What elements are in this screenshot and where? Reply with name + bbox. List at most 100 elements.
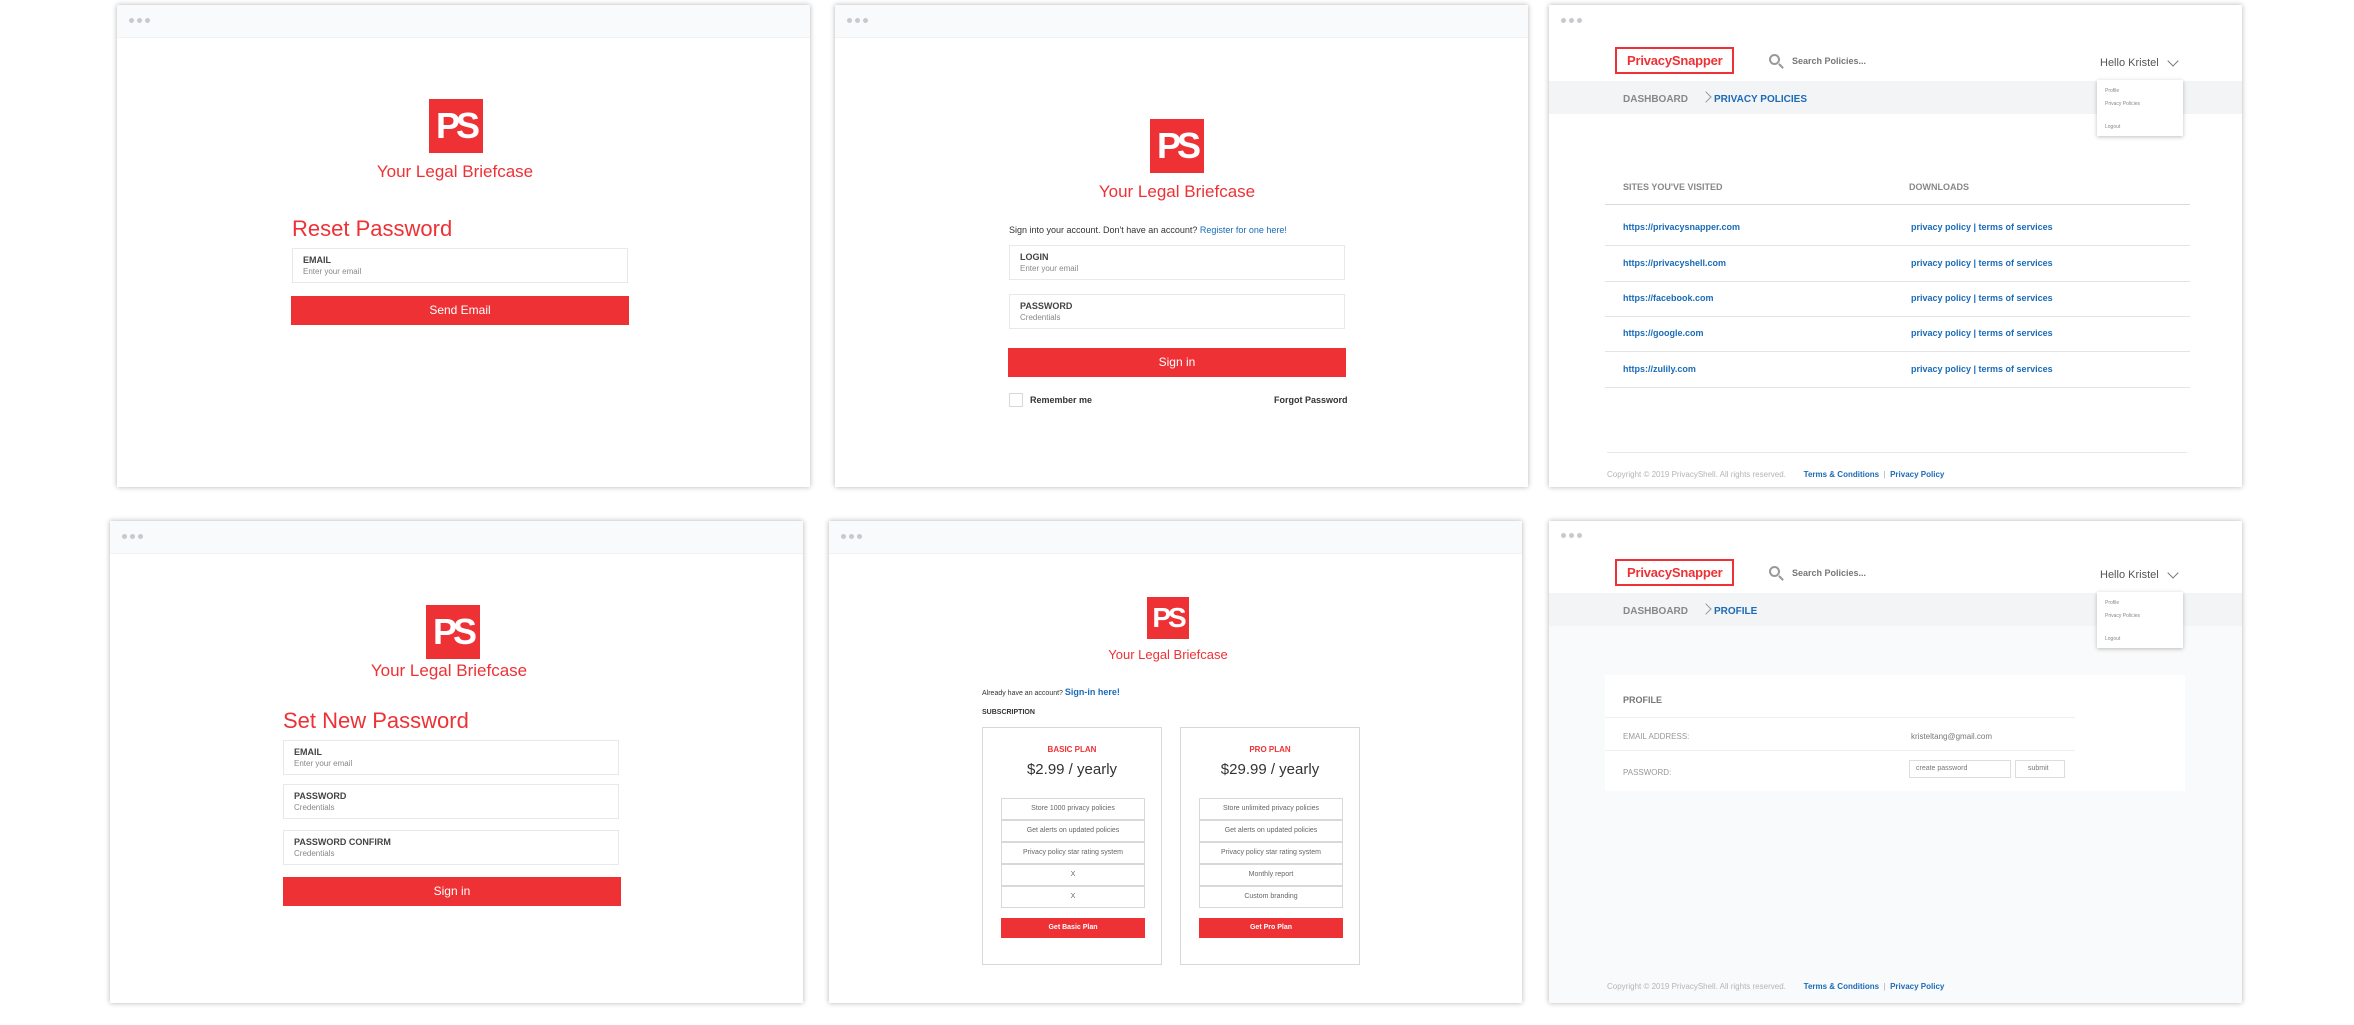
breadcrumb-current: PRIVACY POLICIES	[1714, 94, 1807, 105]
window-titlebar	[110, 521, 803, 554]
site-link[interactable]: https://privacyshell.com	[1623, 258, 1726, 268]
divider	[1605, 750, 2075, 751]
submit-button[interactable]: submit	[2015, 760, 2065, 778]
get-basic-plan-button[interactable]: Get Basic Plan	[1001, 918, 1145, 938]
table-divider	[1605, 204, 2190, 205]
ps-logo: PS	[1147, 597, 1189, 639]
user-greeting[interactable]: Hello Kristel	[2100, 569, 2159, 581]
password-label: PASSWORD	[1020, 301, 1073, 311]
user-dropdown-menu: Profile Privacy Policies Logout	[2097, 592, 2183, 648]
window-dots	[1561, 533, 1582, 538]
login-field[interactable]: LOGIN Enter your email	[1009, 245, 1345, 280]
dropdown-item-logout[interactable]: Logout	[2105, 124, 2120, 130]
download-links[interactable]: privacy policy | terms of services	[1911, 293, 2053, 303]
plan-feature: Privacy policy star rating system	[1199, 842, 1343, 864]
tagline: Your Legal Briefcase	[376, 162, 534, 181]
privacy-policy-link[interactable]: Privacy Policy	[1890, 982, 1944, 991]
register-link[interactable]: Register for one here!	[1200, 225, 1287, 235]
email-field[interactable]: EMAIL Enter your email	[283, 740, 619, 775]
plan-feature: Privacy policy star rating system	[1001, 842, 1145, 864]
breadcrumb-current: PROFILE	[1714, 606, 1758, 617]
user-dropdown-menu: Profile Privacy Policies Logout	[2097, 80, 2183, 136]
window-dots	[129, 18, 150, 23]
ps-logo: PS	[1150, 119, 1204, 173]
email-value: kristeltang@gmail.com	[1911, 732, 1993, 741]
signin-prompt: Sign into your account. Don't have an ac…	[1009, 225, 1287, 235]
plan-feature: Monthly report	[1199, 864, 1343, 886]
dropdown-item-profile[interactable]: Profile	[2105, 88, 2119, 94]
plan-feature: Get alerts on updated policies	[1199, 820, 1343, 842]
brand-logo[interactable]: PrivacySnapper	[1615, 47, 1735, 74]
plan-price: $2.99 / yearly	[1026, 761, 1118, 778]
sign-in-button[interactable]: Sign in	[1008, 348, 1346, 377]
profile-card: PROFILE EMAIL ADDRESS: kristeltang@gmail…	[1605, 675, 2185, 791]
window-dots	[841, 534, 862, 539]
create-password-input[interactable]: create password	[1909, 760, 2011, 778]
signin-prompt: Already have an account? Sign-in here!	[982, 687, 1120, 697]
login-placeholder: Enter your email	[1020, 264, 1079, 273]
password-confirm-label: PASSWORD CONFIRM	[294, 837, 391, 847]
email-label: EMAIL ADDRESS:	[1623, 732, 1690, 741]
subscription-heading: SUBSCRIPTION	[982, 709, 1035, 716]
col-header-sites: SITES YOU'VE VISITED	[1623, 182, 1723, 192]
password-field[interactable]: PASSWORD Credentials	[283, 784, 619, 819]
privacy-policy-link[interactable]: Privacy Policy	[1890, 470, 1944, 479]
password-field[interactable]: PASSWORD Credentials	[1009, 294, 1345, 329]
email-field[interactable]: EMAIL Enter your email	[292, 248, 628, 283]
signin-link[interactable]: Sign-in here!	[1065, 687, 1120, 697]
remember-me-checkbox[interactable]	[1009, 393, 1023, 407]
site-link[interactable]: https://privacysnapper.com	[1623, 222, 1740, 232]
get-pro-plan-button[interactable]: Get Pro Plan	[1199, 918, 1343, 938]
submit-label: submit	[2028, 765, 2049, 772]
window-titlebar	[829, 521, 1522, 554]
dropdown-item-profile[interactable]: Profile	[2105, 600, 2119, 606]
user-greeting[interactable]: Hello Kristel	[2100, 57, 2159, 69]
download-links[interactable]: privacy policy | terms of services	[1911, 222, 2053, 232]
chevron-right-icon	[1700, 91, 1712, 103]
pro-plan-card: PRO PLAN $29.99 / yearly Store unlimited…	[1180, 727, 1360, 965]
dropdown-item-logout[interactable]: Logout	[2105, 636, 2120, 642]
copyright: Copyright © 2019 PrivacyShell. All right…	[1607, 982, 1786, 991]
ps-logo: PS	[426, 605, 480, 659]
send-email-button[interactable]: Send Email	[291, 296, 629, 325]
site-link[interactable]: https://zulily.com	[1623, 364, 1696, 374]
sign-in-window: PS Your Legal Briefcase Sign into your a…	[835, 5, 1528, 487]
search-icon	[1769, 566, 1780, 577]
remember-me-label: Remember me	[1030, 395, 1093, 405]
dropdown-item-privacy-policies[interactable]: Privacy Policies	[2105, 613, 2140, 619]
login-label: LOGIN	[1020, 252, 1049, 262]
terms-link[interactable]: Terms & Conditions	[1804, 982, 1879, 991]
download-links[interactable]: privacy policy | terms of services	[1911, 328, 2053, 338]
email-label: EMAIL	[294, 747, 322, 757]
ps-logo: PS	[429, 99, 483, 153]
search-icon	[1769, 54, 1780, 65]
search-input[interactable]: Search Policies...	[1792, 568, 1866, 578]
terms-link[interactable]: Terms & Conditions	[1804, 470, 1879, 479]
download-links[interactable]: privacy policy | terms of services	[1911, 258, 2053, 268]
download-links[interactable]: privacy policy | terms of services	[1911, 364, 2053, 374]
sign-in-button[interactable]: Sign in	[283, 877, 621, 906]
chevron-down-icon	[2167, 55, 2179, 67]
window-dots	[1561, 18, 1582, 23]
brand-logo[interactable]: PrivacySnapper	[1615, 559, 1735, 586]
copyright: Copyright © 2019 PrivacyShell. All right…	[1607, 470, 1786, 479]
tagline: Your Legal Briefcase	[1108, 647, 1228, 662]
site-link[interactable]: https://google.com	[1623, 328, 1704, 338]
search-input[interactable]: Search Policies...	[1792, 56, 1866, 66]
breadcrumb-dashboard[interactable]: DASHBOARD	[1623, 606, 1688, 617]
breadcrumb-dashboard[interactable]: DASHBOARD	[1623, 94, 1688, 105]
forgot-password-link[interactable]: Forgot Password	[1274, 395, 1348, 405]
site-link[interactable]: https://facebook.com	[1623, 293, 1714, 303]
password-placeholder: Credentials	[1020, 313, 1061, 322]
dropdown-item-privacy-policies[interactable]: Privacy Policies	[2105, 101, 2140, 107]
email-placeholder: Enter your email	[303, 267, 362, 276]
email-placeholder: Enter your email	[294, 759, 353, 768]
tagline: Your Legal Briefcase	[370, 661, 528, 680]
plan-feature: X	[1001, 864, 1145, 886]
plan-price: $29.99 / yearly	[1220, 761, 1320, 778]
password-label: PASSWORD	[294, 791, 347, 801]
plan-feature: Store unlimited privacy policies	[1199, 798, 1343, 820]
reset-password-window: PS Your Legal Briefcase Reset Password E…	[117, 5, 810, 487]
divider	[1605, 717, 2075, 718]
password-confirm-field[interactable]: PASSWORD CONFIRM Credentials	[283, 830, 619, 865]
